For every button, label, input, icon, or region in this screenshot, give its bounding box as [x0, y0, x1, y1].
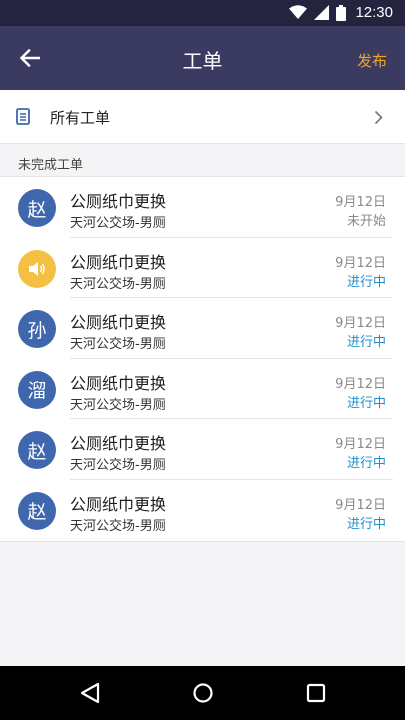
avatar [18, 249, 56, 288]
order-item[interactable]: 公厕纸巾更换天河公交场-男厕 9月12日进行中 [0, 238, 405, 299]
status-bar: 12:30 [0, 0, 405, 26]
section-header: 未完成工单 [0, 145, 405, 176]
publish-button[interactable]: 发布 [357, 50, 387, 71]
all-orders-row[interactable]: 所有工单 [0, 90, 405, 144]
order-status: 进行中 [346, 274, 386, 290]
app-bar: 工单 发布 [0, 26, 405, 90]
order-title: 公厕纸巾更换 [70, 252, 167, 272]
order-title: 公厕纸巾更换 [70, 494, 167, 514]
avatar-initial: 赵 [27, 198, 47, 221]
nav-back-button[interactable] [76, 679, 104, 707]
avatar: 赵 [18, 491, 56, 530]
order-date: 9月12日 [335, 437, 386, 453]
all-orders-label: 所有工单 [50, 109, 111, 127]
wifi-icon [289, 5, 308, 19]
avatar-initial: 孙 [27, 319, 47, 342]
order-location: 天河公交场-男厕 [70, 458, 166, 474]
avatar-initial: 溜 [27, 380, 47, 403]
speaker-icon [29, 261, 45, 276]
order-date: 9月12日 [335, 376, 386, 392]
order-status: 进行中 [346, 395, 386, 411]
order-title: 公厕纸巾更换 [70, 434, 167, 454]
order-date: 9月12日 [335, 497, 386, 513]
battery-icon [336, 4, 347, 21]
order-title: 公厕纸巾更换 [70, 192, 167, 211]
status-time: 12:30 [355, 4, 393, 21]
order-date: 9月12日 [335, 316, 386, 332]
order-item[interactable]: 孙 公厕纸巾更换天河公交场-男厕 9月12日进行中 [0, 298, 405, 359]
avatar-initial: 赵 [27, 440, 47, 463]
order-status: 进行中 [346, 456, 386, 472]
order-title: 公厕纸巾更换 [70, 373, 167, 393]
avatar: 溜 [18, 370, 56, 409]
avatar: 赵 [18, 189, 56, 227]
order-date: 9月12日 [335, 255, 386, 271]
back-triangle-icon [80, 682, 100, 704]
signal-icon [314, 5, 330, 20]
page-title: 工单 [182, 49, 223, 73]
status-icons: 12:30 [289, 4, 393, 21]
avatar: 赵 [18, 431, 56, 470]
order-status: 进行中 [346, 335, 386, 351]
order-location: 天河公交场-男厕 [70, 397, 166, 413]
home-circle-icon [193, 683, 213, 703]
nav-recents-button[interactable] [302, 679, 330, 707]
document-icon [16, 108, 30, 125]
order-item[interactable]: 赵 公厕纸巾更换天河公交场-男厕 9月12日未开始 [0, 177, 405, 238]
chevron-right-icon [374, 110, 383, 125]
order-date: 9月12日 [335, 195, 386, 210]
nav-home-button[interactable] [189, 679, 217, 707]
avatar-initial: 赵 [27, 501, 47, 524]
section-title: 未完成工单 [18, 158, 84, 173]
order-item[interactable]: 赵 公厕纸巾更换天河公交场-男厕 9月12日进行中 [0, 419, 405, 480]
order-item[interactable]: 赵 公厕纸巾更换天河公交场-男厕 9月12日进行中 [0, 480, 405, 541]
order-status: 未开始 [346, 214, 386, 229]
order-status: 进行中 [346, 516, 386, 532]
order-list: 赵公厕纸巾更换 天河公交场-男厕 9月12日 未开始 公厕纸巾更换 天河公交场-男厕 9月1… [0, 176, 405, 542]
order-location: 天河公交场-男厕 [70, 518, 166, 534]
recents-square-icon [306, 683, 326, 703]
order-title: 公厕纸巾更换 [70, 313, 167, 333]
order-location: 天河公交场-男厕 [70, 276, 166, 292]
order-location: 天河公交场-男厕 [70, 216, 166, 231]
back-button[interactable] [14, 42, 46, 74]
order-location: 天河公交场-男厕 [70, 337, 166, 353]
navigation-bar [0, 666, 405, 720]
avatar: 孙 [18, 310, 56, 349]
arrow-left-icon [20, 49, 40, 67]
order-item[interactable]: 溜 公厕纸巾更换天河公交场-男厕 9月12日进行中 [0, 359, 405, 420]
